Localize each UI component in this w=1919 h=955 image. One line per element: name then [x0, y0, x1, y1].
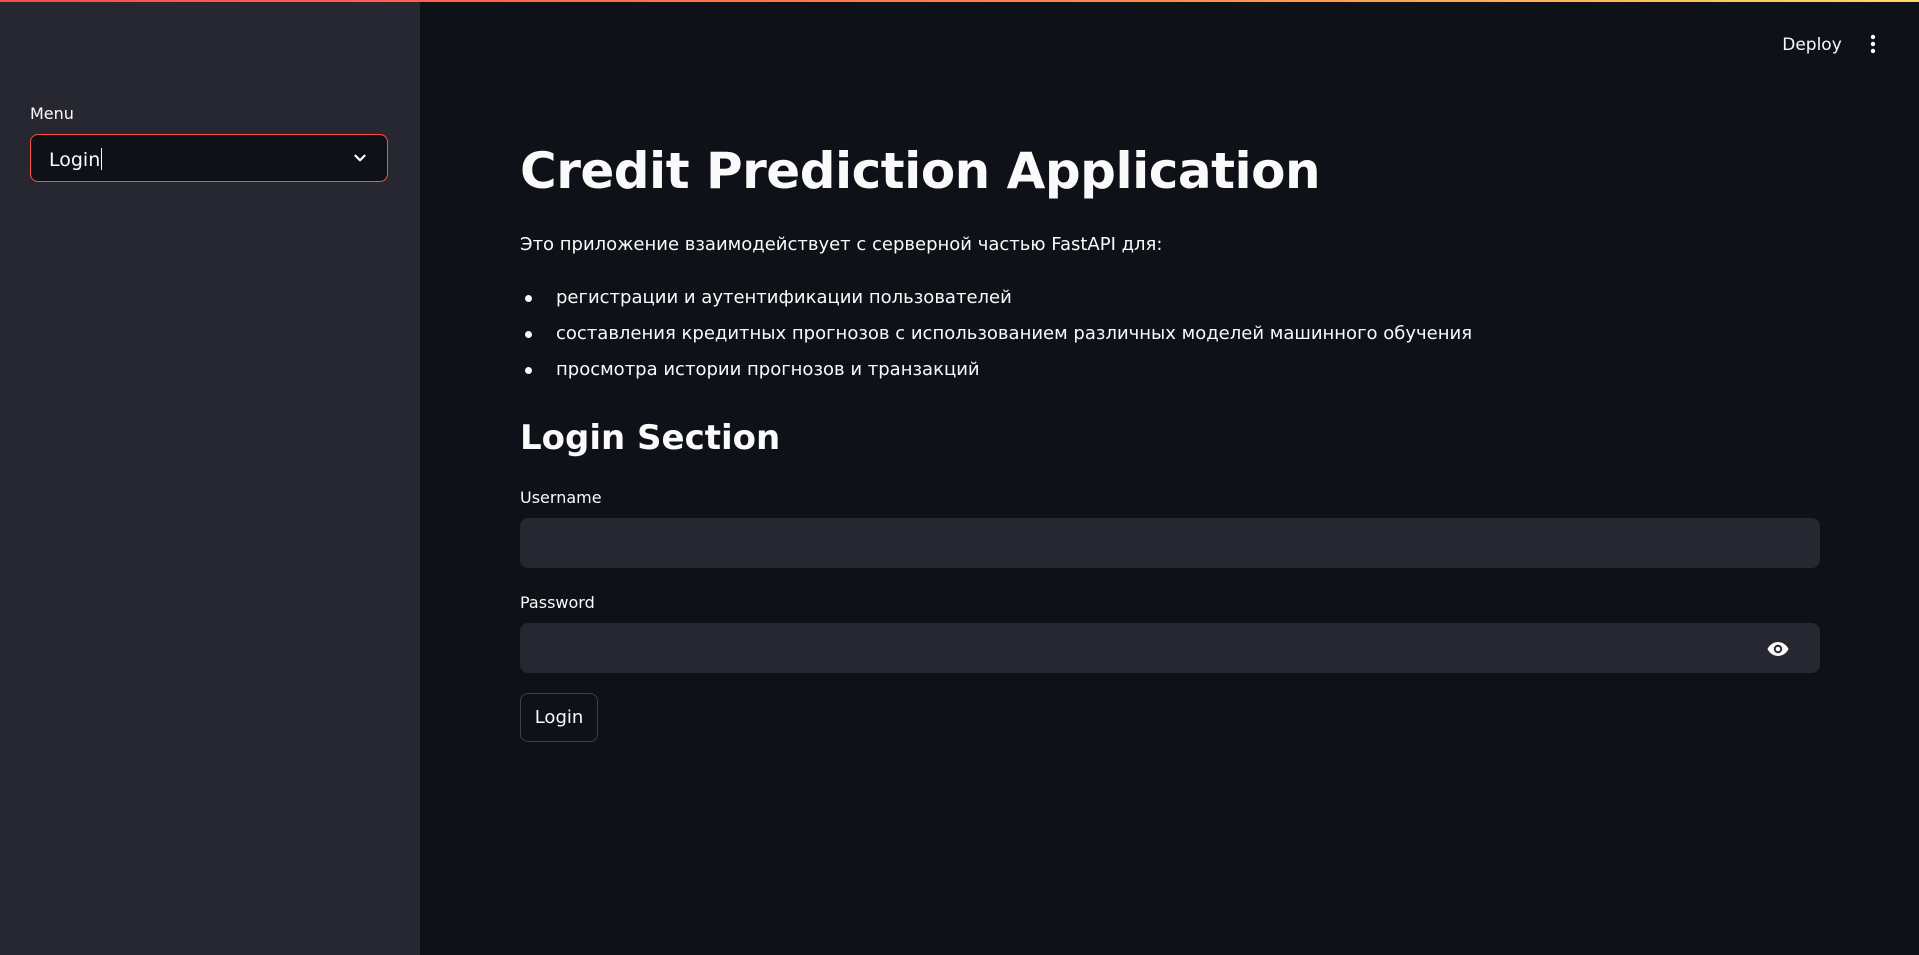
feature-item: регистрации и аутентификации пользовател…: [520, 280, 1472, 316]
password-field[interactable]: [520, 623, 1820, 673]
vertical-dots-icon[interactable]: [1862, 30, 1884, 58]
bullet-icon: [525, 367, 532, 374]
page-title: Credit Prediction Application: [520, 142, 1321, 200]
feature-list: регистрации и аутентификации пользовател…: [520, 280, 1472, 388]
username-label: Username: [520, 488, 602, 507]
password-input[interactable]: [521, 624, 1819, 672]
login-button[interactable]: Login: [520, 693, 598, 742]
login-section-title: Login Section: [520, 418, 781, 458]
bullet-icon: [525, 331, 532, 338]
menu-select[interactable]: Login: [30, 134, 388, 182]
feature-text: просмотра истории прогнозов и транзакций: [556, 359, 980, 380]
top-accent-bar: [0, 0, 1919, 2]
text-cursor: [101, 148, 103, 170]
chevron-down-icon: [354, 154, 366, 162]
deploy-button[interactable]: Deploy: [1770, 31, 1854, 59]
password-label: Password: [520, 593, 595, 612]
sidebar: Menu Login: [0, 0, 420, 955]
username-field[interactable]: [520, 518, 1820, 568]
bullet-icon: [525, 295, 532, 302]
intro-text: Это приложение взаимодействует с серверн…: [520, 234, 1163, 255]
menu-select-value: Login: [49, 148, 103, 171]
eye-icon[interactable]: [1765, 637, 1791, 661]
feature-item: составления кредитных прогнозов с исполь…: [520, 316, 1472, 352]
username-input[interactable]: [521, 519, 1819, 567]
menu-label: Menu: [30, 104, 74, 123]
feature-item: просмотра истории прогнозов и транзакций: [520, 352, 1472, 388]
feature-text: регистрации и аутентификации пользовател…: [556, 287, 1012, 308]
feature-text: составления кредитных прогнозов с исполь…: [556, 323, 1473, 344]
